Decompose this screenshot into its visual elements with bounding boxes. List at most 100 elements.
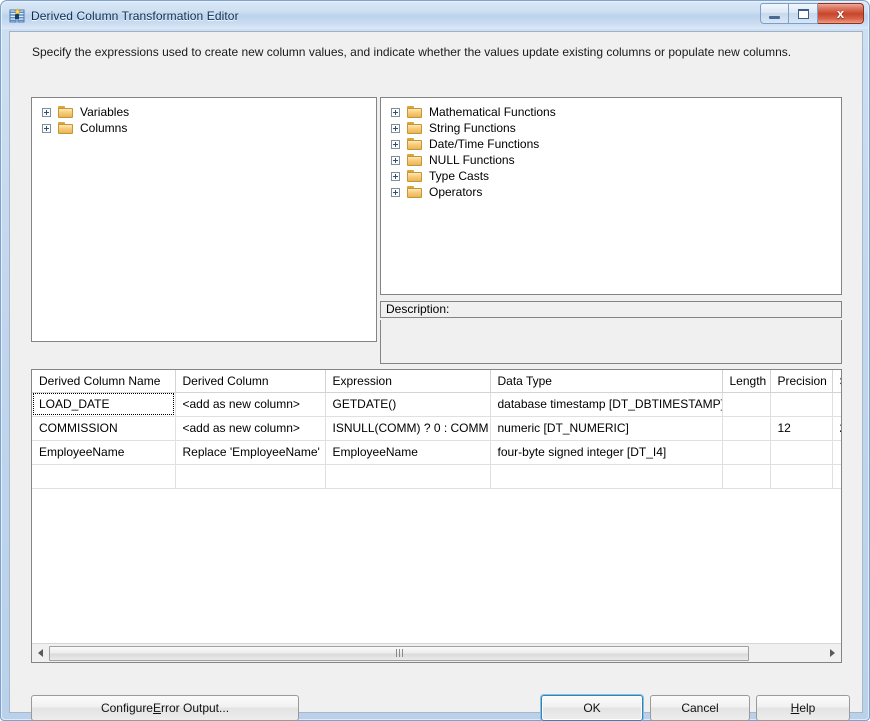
cell-length[interactable] xyxy=(722,392,771,417)
cell-precision[interactable] xyxy=(770,440,833,465)
scrollbar-thumb[interactable] xyxy=(49,645,749,661)
cell-derived-column[interactable]: <add as new column> xyxy=(175,392,326,417)
tree-item-string-functions[interactable]: String Functions xyxy=(391,120,841,136)
cell-length[interactable] xyxy=(722,440,771,465)
grid-header-length[interactable]: Length xyxy=(722,370,771,393)
tree-item-label: Operators xyxy=(429,185,483,199)
configure-error-output-button[interactable]: Configure Error Output... xyxy=(31,695,299,721)
tree-item-label: Type Casts xyxy=(429,169,490,183)
grid-horizontal-scrollbar[interactable] xyxy=(32,643,841,662)
plus-expander-icon[interactable] xyxy=(391,107,400,117)
cell-derived-column-name[interactable]: LOAD_DATE xyxy=(32,392,176,417)
cell-scale[interactable] xyxy=(832,392,841,417)
variables-columns-tree[interactable]: Variables Columns xyxy=(31,97,377,342)
dialog-client-area: Specify the expressions used to create n… xyxy=(9,31,863,721)
tree-item-label: Variables xyxy=(80,105,130,119)
description-label: Description: xyxy=(380,301,842,318)
window-controls: x xyxy=(760,3,864,24)
folder-icon xyxy=(58,105,74,119)
cell-derived-column-name[interactable]: EmployeeName xyxy=(32,440,176,465)
plus-expander-icon[interactable] xyxy=(42,123,51,133)
cell-scale[interactable] xyxy=(832,464,841,489)
minimize-button[interactable] xyxy=(760,3,789,24)
title-bar[interactable]: Derived Column Transformation Editor x xyxy=(2,2,868,29)
tree-item-label: String Functions xyxy=(429,121,516,135)
cell-precision[interactable]: 12 xyxy=(770,416,833,441)
folder-icon xyxy=(58,121,74,135)
close-icon: x xyxy=(836,6,845,21)
plus-expander-icon[interactable] xyxy=(391,187,400,197)
close-button[interactable]: x xyxy=(818,3,864,24)
maximize-button[interactable] xyxy=(789,3,818,24)
cancel-button[interactable]: Cancel xyxy=(650,695,750,721)
table-row[interactable]: EmployeeName Replace 'EmployeeName' Empl… xyxy=(32,440,841,465)
folder-icon xyxy=(407,137,423,151)
grid-header-derived-column-name[interactable]: Derived Column Name xyxy=(32,370,176,393)
folder-icon xyxy=(407,121,423,135)
ok-button-label: OK xyxy=(583,701,601,715)
cell-length[interactable] xyxy=(722,416,771,441)
scrollbar-track[interactable] xyxy=(49,644,824,662)
cell-derived-column-name[interactable] xyxy=(32,464,176,489)
plus-expander-icon[interactable] xyxy=(391,139,400,149)
cancel-button-label: Cancel xyxy=(681,701,719,715)
tree-item-label: Mathematical Functions xyxy=(429,105,556,119)
cell-length[interactable] xyxy=(722,464,771,489)
help-button-accel: H xyxy=(790,701,800,715)
tree-item-label: NULL Functions xyxy=(429,153,515,167)
tree-item-datetime-functions[interactable]: Date/Time Functions xyxy=(391,136,841,152)
tree-item-columns[interactable]: Columns xyxy=(42,120,376,136)
plus-expander-icon[interactable] xyxy=(42,107,51,117)
grid-header-data-type[interactable]: Data Type xyxy=(490,370,723,393)
cell-precision[interactable] xyxy=(770,464,833,489)
cell-expression[interactable]: EmployeeName xyxy=(325,440,491,465)
scroll-left-icon[interactable] xyxy=(32,644,49,662)
tree-item-label: Columns xyxy=(80,121,128,135)
cell-data-type[interactable] xyxy=(490,464,723,489)
cell-derived-column[interactable]: <add as new column> xyxy=(175,416,326,441)
grid-header-scale[interactable]: S xyxy=(832,370,841,393)
cell-data-type[interactable]: database timestamp [DT_DBTIMESTAMP] xyxy=(490,392,723,417)
cell-expression[interactable] xyxy=(325,464,491,489)
cell-data-type[interactable]: four-byte signed integer [DT_I4] xyxy=(490,440,723,465)
cell-data-type[interactable]: numeric [DT_NUMERIC] xyxy=(490,416,723,441)
configure-error-output-accel: E xyxy=(152,701,161,715)
help-button[interactable]: Help xyxy=(756,695,850,721)
ok-button[interactable]: OK xyxy=(541,695,643,721)
grid-header-precision[interactable]: Precision xyxy=(770,370,833,393)
tree-item-mathematical-functions[interactable]: Mathematical Functions xyxy=(391,104,841,120)
maximize-icon xyxy=(797,8,809,19)
cell-derived-column[interactable] xyxy=(175,464,326,489)
plus-expander-icon[interactable] xyxy=(391,171,400,181)
cell-scale[interactable] xyxy=(832,440,841,465)
tree-item-variables[interactable]: Variables xyxy=(42,104,376,120)
grid-viewport: Derived Column Name Derived Column Expre… xyxy=(32,370,841,643)
table-row[interactable]: COMMISSION <add as new column> ISNULL(CO… xyxy=(32,416,841,441)
derived-column-icon xyxy=(9,7,25,24)
plus-expander-icon[interactable] xyxy=(391,155,400,165)
instruction-text: Specify the expressions used to create n… xyxy=(32,45,792,59)
cell-derived-column-name[interactable]: COMMISSION xyxy=(32,416,176,441)
folder-icon xyxy=(407,153,423,167)
tree-item-type-casts[interactable]: Type Casts xyxy=(391,168,841,184)
cell-scale[interactable]: 2 xyxy=(832,416,841,441)
tree-item-operators[interactable]: Operators xyxy=(391,184,841,200)
configure-error-output-label-post: rror Output... xyxy=(161,701,230,715)
table-row[interactable]: LOAD_DATE <add as new column> GETDATE() … xyxy=(32,392,841,417)
functions-tree[interactable]: Mathematical Functions String Functions … xyxy=(380,97,842,295)
cell-expression[interactable]: ISNULL(COMM) ? 0 : COMM xyxy=(325,416,491,441)
window-title: Derived Column Transformation Editor xyxy=(31,8,239,23)
cell-expression[interactable]: GETDATE() xyxy=(325,392,491,417)
dialog-window: Derived Column Transformation Editor x S… xyxy=(0,0,870,721)
folder-icon xyxy=(407,169,423,183)
table-row[interactable] xyxy=(32,464,841,489)
tree-item-null-functions[interactable]: NULL Functions xyxy=(391,152,841,168)
cell-derived-column[interactable]: Replace 'EmployeeName' xyxy=(175,440,326,465)
grid-header-expression[interactable]: Expression xyxy=(325,370,491,393)
plus-expander-icon[interactable] xyxy=(391,123,400,133)
cell-precision[interactable] xyxy=(770,392,833,417)
grid-header-derived-column[interactable]: Derived Column xyxy=(175,370,326,393)
scroll-right-icon[interactable] xyxy=(824,644,841,662)
derived-columns-grid[interactable]: Derived Column Name Derived Column Expre… xyxy=(31,369,842,663)
folder-icon xyxy=(407,185,423,199)
